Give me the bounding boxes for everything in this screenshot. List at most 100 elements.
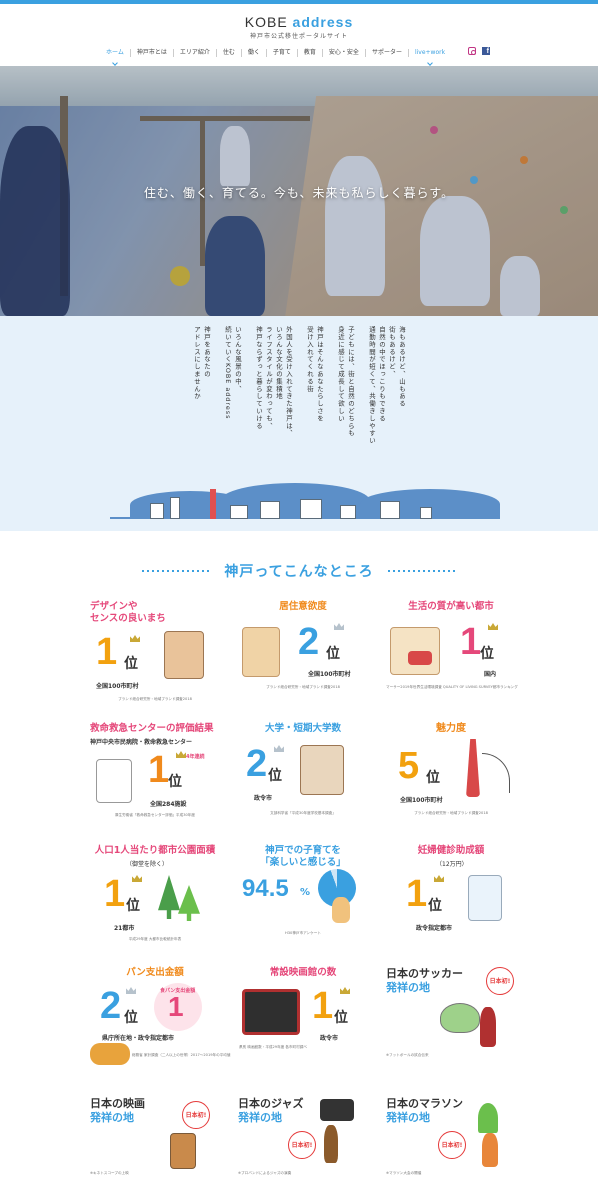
card-rank: 1 bbox=[104, 873, 126, 915]
card-subtitle: 政令指定都市 bbox=[416, 925, 453, 932]
card-subtitle: 県庁所在地・政令指定都市 bbox=[102, 1035, 175, 1042]
piano-illustration bbox=[320, 1099, 354, 1121]
crown-icon bbox=[340, 987, 350, 994]
card-title: 大学・短期大学数 bbox=[264, 723, 341, 734]
card-source: ※プロバンドによるジャズの演奏 bbox=[238, 1171, 292, 1175]
card-source: 県別 映画館数・平成29年度 各市町村調べ bbox=[239, 1045, 307, 1049]
feature-card[interactable]: 常設映画館の数 1 位 政令市 県別 映画館数・平成29年度 各市町村調べ bbox=[238, 967, 368, 1077]
site-logo[interactable]: KOBE address 神戸市公式移住ポータルサイト bbox=[0, 14, 598, 40]
card-rank-unit: 位 bbox=[326, 646, 340, 662]
card-subtitle: 全国100市町村 bbox=[308, 671, 351, 678]
logo-text: KOBE bbox=[244, 14, 293, 30]
card-percent-unit: % bbox=[300, 887, 311, 898]
japan-first-badge: 日本初! bbox=[288, 1131, 316, 1159]
card-rank: 2 bbox=[298, 621, 320, 663]
nav-work[interactable]: 働く bbox=[242, 48, 266, 58]
card-subtitle: 政令市 bbox=[254, 795, 273, 802]
feature-card[interactable]: 人口1人当たり都市公園面積 （御堂を除く） 1 位 21都市 平成29年度 大都… bbox=[90, 845, 220, 955]
card-rank: 1 bbox=[96, 631, 118, 673]
feature-card[interactable]: 妊婦健診助成額 （12万円） 1 位 政令指定都市 bbox=[386, 845, 516, 955]
card-rank-unit: 位 bbox=[426, 770, 440, 786]
nav-areas[interactable]: エリア紹介 bbox=[174, 48, 216, 58]
intro-line: 海もあるけど、山もある bbox=[398, 326, 406, 408]
japan-first-badge: 日本初! bbox=[438, 1131, 466, 1159]
feature-card[interactable]: 神戸での子育てを 「楽しいと感じる」 94.5 % H30神戸市アンケート bbox=[238, 845, 368, 955]
building bbox=[260, 501, 280, 519]
intro-line: 子どもには、街と自然のどちらも bbox=[347, 326, 355, 437]
building bbox=[300, 499, 322, 519]
university-illustration bbox=[300, 745, 344, 795]
nav-about-kobe[interactable]: 神戸市とは bbox=[131, 48, 173, 58]
feature-card[interactable]: 生活の質が高い都市 1 位 国内 マーサー2019年世界生活環境調査 QUALI… bbox=[386, 601, 518, 711]
feature-card[interactable]: 救命救急センターの評価結果 神戸中央市民病院・救命救急センター 1 位 全国28… bbox=[90, 723, 220, 833]
nav-live-work[interactable]: live+work bbox=[409, 48, 451, 58]
intro-line: 神戸ならずっと暮らしていける bbox=[255, 326, 263, 430]
crown-icon bbox=[334, 623, 344, 630]
facebook-icon[interactable]: f bbox=[482, 47, 490, 55]
tree-illustration bbox=[178, 885, 200, 921]
clinic-illustration bbox=[468, 875, 502, 921]
nav-live[interactable]: 住む bbox=[217, 48, 241, 58]
feature-card[interactable]: 日本の映画 発祥の地 日本初! ※キネトスコープの上映 bbox=[90, 1097, 220, 1187]
bread-illustration bbox=[90, 1043, 130, 1065]
double-bass-illustration bbox=[324, 1125, 338, 1163]
logo-accent: address bbox=[292, 14, 354, 30]
feature-card[interactable]: パン支出金額 2 位 食パン支出金額 1 県庁所在地・政令指定都市 総務省 家計… bbox=[90, 967, 231, 1077]
card-rank-unit: 位 bbox=[124, 1010, 138, 1026]
nav-home[interactable]: ホーム bbox=[100, 48, 130, 58]
japan-first-badge: 日本初! bbox=[182, 1101, 210, 1129]
card-source: ※キネトスコープの上映 bbox=[90, 1171, 129, 1175]
intro-line: いろんな文化の集積地 bbox=[275, 326, 283, 400]
card-badge: 4年連続 bbox=[186, 754, 205, 760]
kinetoscope-illustration bbox=[170, 1133, 196, 1169]
hospital-illustration bbox=[96, 759, 132, 803]
card-source: ブランド総合研究所・地域ブランド調査2018 bbox=[118, 697, 192, 701]
building bbox=[380, 501, 400, 519]
feature-card[interactable]: 魅力度 5 位 全国100市町村 ブランド総合研究所・地域ブランド調査2018 bbox=[386, 723, 516, 833]
nav-supporters[interactable]: サポーター bbox=[366, 48, 408, 58]
card-rank: 1 bbox=[312, 985, 334, 1027]
card-title-line2: （12万円） bbox=[436, 861, 468, 868]
card-subtitle: 全国100市町村 bbox=[400, 797, 443, 804]
feature-card[interactable]: 日本のサッカー 発祥の地 日本初! ※フットボールの試合伝来 bbox=[386, 967, 516, 1077]
stadium-illustration bbox=[440, 1003, 480, 1033]
card-subtitle: 21都市 bbox=[114, 925, 135, 932]
nav-education[interactable]: 教育 bbox=[298, 48, 322, 58]
intro-line: 自然の中でほっこりもできる bbox=[378, 326, 386, 423]
runner-illustration bbox=[482, 1133, 498, 1167]
card-rank: 1 bbox=[406, 873, 428, 915]
card-source: H30神戸市アンケート bbox=[285, 931, 321, 935]
feature-card[interactable]: 日本のジャズ 発祥の地 日本初! ※プロバンドによるジャズの演奏 bbox=[238, 1097, 368, 1187]
card-title: 日本のマラソン bbox=[386, 1097, 463, 1110]
feature-card[interactable]: 大学・短期大学数 2 位 政令市 文部科学省「平成30年度学校基本調査」 bbox=[238, 723, 368, 833]
card-source: 厚生労働省「救命救急センター評価」平成30年度 bbox=[114, 813, 196, 817]
hero-catchphrase: 住む、働く、育てる。今も、未来も私らしく暮らす。 bbox=[143, 186, 455, 200]
building bbox=[230, 505, 248, 519]
crown-icon bbox=[126, 987, 136, 994]
card-source: ブランド総合研究所・地域ブランド調査2018 bbox=[266, 685, 340, 689]
port-tower bbox=[210, 489, 216, 519]
feature-card[interactable]: 日本のマラソン 発祥の地 日本初! ※マラソン大会の開催 bbox=[386, 1097, 516, 1187]
nav-safety[interactable]: 安心・安全 bbox=[323, 48, 365, 58]
card-subtitle: 全国284施設 bbox=[150, 801, 187, 808]
intro-line: ライフスタイルが変わっても、 bbox=[265, 326, 273, 430]
card-title: デザインや bbox=[90, 601, 138, 612]
card-rank-unit: 位 bbox=[126, 898, 140, 914]
card-rank: 1 bbox=[460, 621, 482, 663]
instagram-icon[interactable] bbox=[468, 47, 476, 55]
building bbox=[150, 503, 164, 519]
card-rank-unit: 位 bbox=[168, 774, 182, 790]
nav-childcare[interactable]: 子育て bbox=[267, 48, 297, 58]
card-source: 平成29年度 大都市比較統計年表 bbox=[128, 937, 182, 941]
feature-card[interactable]: デザインや センスの良いまち 1 位 全国100市町村 ブランド総合研究所・地域… bbox=[90, 601, 220, 711]
card-subtitle: 全国100市町村 bbox=[96, 683, 139, 690]
hero-banner: 住む、働く、育てる。今も、未来も私らしく暮らす。 bbox=[0, 66, 598, 316]
card-title-line2: センスの良いまち bbox=[90, 613, 166, 624]
card-source: ブランド総合研究所・地域ブランド調査2018 bbox=[414, 811, 488, 815]
crown-icon bbox=[132, 875, 142, 882]
intro-line: いろんな風景の中、 bbox=[234, 326, 242, 393]
card-source: 総務省 家計調査（二人以上の世帯）2017〜2019年の平均値 bbox=[132, 1053, 231, 1057]
feature-card[interactable]: 居住意欲度 2 位 全国100市町村 ブランド総合研究所・地域ブランド調査201… bbox=[238, 601, 368, 711]
card-source: ※フットボールの試合伝来 bbox=[386, 1053, 429, 1057]
family-house-illustration bbox=[242, 627, 280, 677]
